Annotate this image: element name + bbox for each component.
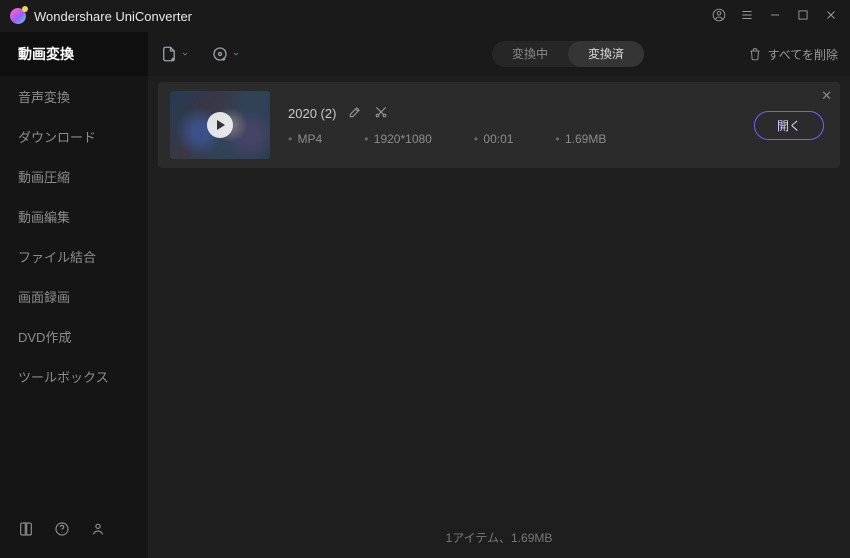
manual-icon[interactable]	[18, 521, 34, 542]
minimize-button[interactable]	[768, 8, 782, 25]
file-duration: 00:01	[474, 132, 514, 146]
maximize-button[interactable]	[796, 8, 810, 25]
converted-item-card: ✕ 2020 (2) MP4 1920*1080 00:01 1.69MB 開く	[158, 82, 840, 168]
sidebar-item-label: 動画編集	[18, 207, 70, 226]
delete-all-label: すべてを削除	[768, 46, 838, 63]
sidebar-item-label: 動画変換	[18, 44, 74, 64]
account-icon[interactable]	[712, 8, 726, 25]
remove-item-button[interactable]: ✕	[821, 88, 832, 104]
sidebar: 動画変換 音声変換 ダウンロード 動画圧縮 動画編集 ファイル結合 画面録画 D…	[0, 32, 148, 558]
sidebar-item-label: 音声変換	[18, 87, 70, 106]
help-icon[interactable]	[54, 521, 70, 542]
status-tabs: 変換中 変換済	[492, 41, 644, 67]
video-thumbnail	[170, 91, 270, 159]
play-button[interactable]	[207, 112, 233, 138]
account-small-icon[interactable]	[90, 521, 106, 542]
sidebar-item-toolbox[interactable]: ツールボックス	[0, 356, 148, 396]
add-file-button[interactable]	[160, 45, 189, 63]
file-format: MP4	[288, 132, 322, 146]
close-button[interactable]	[824, 8, 838, 25]
tab-converted[interactable]: 変換済	[568, 41, 644, 67]
title-bar: Wondershare UniConverter	[0, 0, 850, 32]
status-bar: 1アイテム、1.69MB	[148, 529, 850, 546]
sidebar-item-label: 画面録画	[18, 287, 70, 306]
cut-icon[interactable]	[374, 105, 388, 122]
sidebar-item-edit[interactable]: 動画編集	[0, 196, 148, 236]
file-size: 1.69MB	[555, 132, 606, 146]
sidebar-item-label: ファイル結合	[18, 247, 96, 266]
app-logo-icon	[10, 8, 26, 24]
sidebar-item-dvd[interactable]: DVD作成	[0, 316, 148, 356]
file-name: 2020 (2)	[288, 106, 336, 121]
delete-all-button[interactable]: すべてを削除	[748, 46, 838, 63]
menu-icon[interactable]	[740, 8, 754, 25]
open-button[interactable]: 開く	[754, 111, 824, 140]
tab-converting[interactable]: 変換中	[492, 41, 568, 67]
toolbar: 変換中 変換済 すべてを削除	[148, 32, 850, 76]
main-content: ✕ 2020 (2) MP4 1920*1080 00:01 1.69MB 開く…	[148, 76, 850, 558]
sidebar-item-merge[interactable]: ファイル結合	[0, 236, 148, 276]
rename-icon[interactable]	[348, 105, 362, 122]
sidebar-item-label: DVD作成	[18, 327, 71, 346]
sidebar-item-compress[interactable]: 動画圧縮	[0, 156, 148, 196]
sidebar-item-record[interactable]: 画面録画	[0, 276, 148, 316]
sidebar-item-audio-convert[interactable]: 音声変換	[0, 76, 148, 116]
file-resolution: 1920*1080	[364, 132, 432, 146]
sidebar-item-label: 動画圧縮	[18, 167, 70, 186]
sidebar-item-video-convert[interactable]: 動画変換	[0, 32, 148, 76]
app-title: Wondershare UniConverter	[34, 9, 192, 24]
sidebar-item-label: ツールボックス	[18, 367, 109, 386]
add-disc-button[interactable]	[211, 45, 240, 63]
sidebar-item-label: ダウンロード	[18, 127, 96, 146]
sidebar-item-download[interactable]: ダウンロード	[0, 116, 148, 156]
